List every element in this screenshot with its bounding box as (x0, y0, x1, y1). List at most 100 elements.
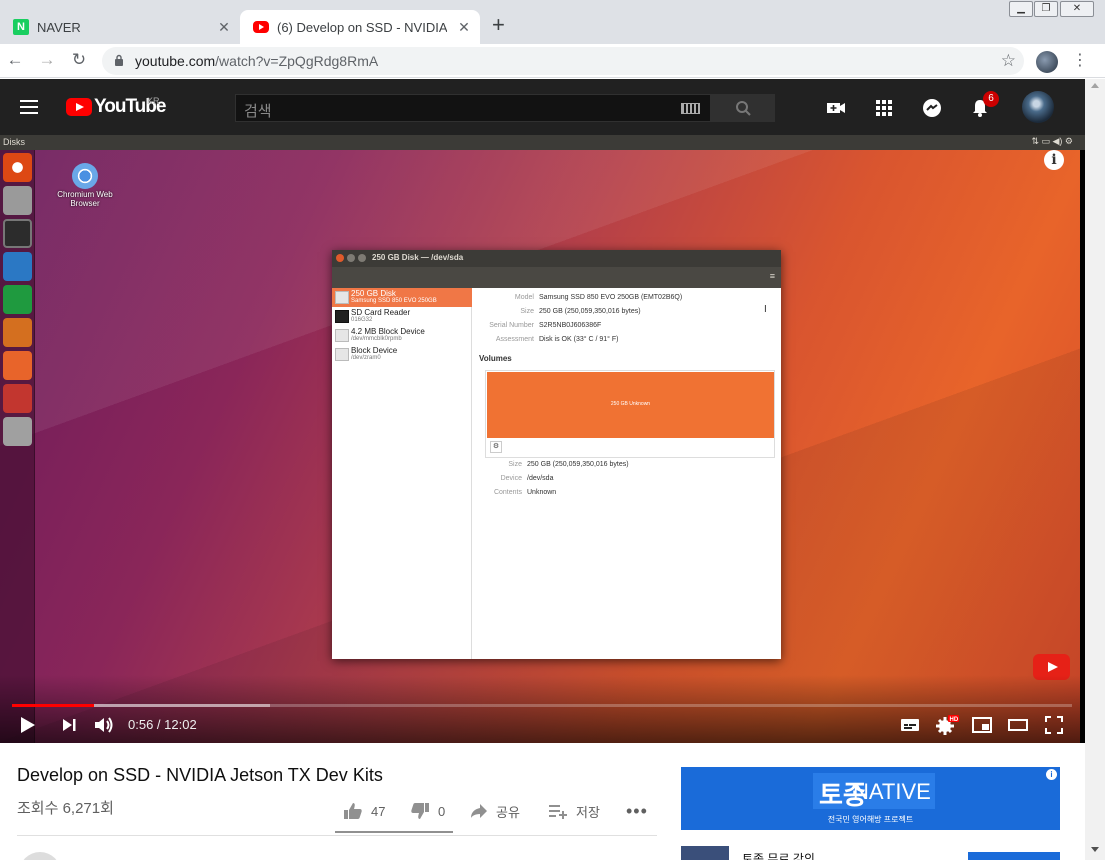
browser-toolbar: ← → ↻ youtube.com/watch?v=ZpQgRdg8RmA ☆ (0, 44, 1105, 78)
apps-grid-icon[interactable] (873, 97, 895, 119)
software-center-icon (3, 351, 32, 380)
ubuntu-top-panel: Disks ⇅ ▭ ◀) ⚙ (0, 135, 1085, 150)
info-card-icon[interactable]: i (1044, 150, 1064, 170)
search-icon (736, 101, 751, 116)
address-bar[interactable]: youtube.com/watch?v=ZpQgRdg8RmA ☆ (102, 47, 1024, 75)
disk-item: 4.2 MB Block Device /dev/mmcblk0rpmb (332, 326, 472, 345)
keyboard-icon[interactable] (681, 103, 700, 114)
progress-bar[interactable] (12, 704, 1072, 707)
back-icon[interactable]: ← (5, 50, 25, 70)
writer-icon (3, 252, 32, 281)
like-button[interactable]: 47 (343, 800, 385, 822)
prop-key: Size (508, 461, 522, 468)
impress-icon (3, 318, 32, 347)
ad-info-icon[interactable]: i (1046, 769, 1057, 780)
share-button[interactable]: 공유 (470, 800, 520, 822)
browser-window: N NAVER ✕ (6) Develop on SSD - NVIDIA Je… (0, 0, 1105, 860)
add-to-playlist-icon (549, 805, 567, 819)
settings-icon (3, 384, 32, 413)
disks-window: 250 GB Disk — /dev/sda ≡ 250 GB Disk Sam… (332, 250, 781, 659)
next-video-button[interactable] (968, 852, 1060, 860)
forward-icon[interactable]: → (37, 50, 57, 70)
block-device-icon (335, 348, 349, 361)
settings-gear-icon[interactable]: HD (934, 713, 960, 737)
scroll-up-arrow-icon[interactable] (1091, 83, 1099, 88)
next-video-thumbnail[interactable] (681, 846, 729, 860)
disk-sub: /dev/mmcblk0rpmb (351, 336, 402, 342)
disk-name: 250 GB Disk (351, 289, 396, 298)
hamburger-menu-icon[interactable] (20, 100, 38, 114)
ad-logo: 토종 NATIVE (813, 773, 935, 810)
prop-value: 250 GB (250,059,350,016 bytes) (539, 308, 641, 315)
window-minimize-dot (347, 254, 355, 262)
create-video-icon[interactable] (825, 97, 847, 119)
chromium-icon (72, 163, 98, 189)
sentiment-bar (335, 831, 453, 833)
dislike-button[interactable]: 0 (410, 800, 445, 822)
ad-banner[interactable]: 토종 NATIVE 전국민 영어해방 프로젝트 i (681, 767, 1060, 830)
disks-headerbar: ≡ (332, 267, 781, 288)
channel-avatar[interactable] (19, 852, 61, 860)
youtube-header: YouTube KR 검색 6 (0, 79, 1085, 135)
prop-value: 250 GB (250,059,350,016 bytes) (527, 461, 629, 468)
panel-app-title: Disks (3, 137, 25, 147)
next-video-icon[interactable] (60, 713, 80, 737)
tab-naver[interactable]: N NAVER ✕ (0, 10, 240, 44)
thumbs-down-icon (411, 803, 429, 819)
controls-gradient (0, 675, 1085, 743)
url-text: youtube.com/watch?v=ZpQgRdg8RmA (135, 53, 379, 69)
miniplayer-icon[interactable] (970, 713, 994, 737)
system-tray-icons: ⇅ ▭ ◀) ⚙ (1031, 136, 1073, 146)
search-button[interactable] (711, 94, 775, 122)
play-icon[interactable] (15, 713, 39, 737)
minimize-icon[interactable]: ▁ (1009, 1, 1033, 17)
prop-key: Device (500, 475, 522, 482)
profile-avatar[interactable] (1036, 51, 1058, 73)
tab-youtube[interactable]: (6) Develop on SSD - NVIDIA Je ✕ (240, 10, 480, 44)
prop-value: /dev/sda (527, 475, 554, 482)
window-close-dot (336, 254, 344, 262)
disk-sub: /dev/zram0 (351, 355, 381, 361)
disk-item: Block Device /dev/zram0 (332, 345, 472, 364)
bookmark-star-icon[interactable]: ☆ (1001, 51, 1016, 71)
reload-icon[interactable]: ↻ (69, 50, 89, 70)
fullscreen-icon[interactable] (1042, 713, 1066, 737)
disk-list: 250 GB Disk Samsung SSD 850 EVO 250GB SD… (332, 288, 472, 659)
theater-mode-icon[interactable] (1006, 713, 1030, 737)
disk-name: SD Card Reader (351, 308, 411, 317)
disk-sub: 016G32 (351, 317, 373, 323)
video-player[interactable]: Disks ⇅ ▭ ◀) ⚙ Chromium Web Browser i 25… (0, 135, 1085, 743)
next-video-title[interactable]: 토종 무료 강의 (742, 850, 815, 860)
prop-value: Samsung SSD 850 EVO 250GB (EMT02B6Q) (539, 294, 683, 301)
text-cursor-icon: I (764, 304, 767, 315)
messages-icon[interactable] (921, 97, 943, 119)
ubuntu-dash-icon (3, 153, 32, 182)
close-tab-icon[interactable]: ✕ (456, 19, 472, 36)
search-input[interactable]: 검색 (235, 94, 711, 122)
scroll-down-arrow-icon[interactable] (1091, 847, 1099, 852)
save-button[interactable]: 저장 (548, 800, 600, 822)
page-scrollbar[interactable] (1085, 79, 1105, 860)
youtube-logo-icon[interactable] (66, 98, 92, 116)
disk-name: 4.2 MB Block Device (351, 327, 425, 336)
prop-key: Assessment (495, 336, 534, 343)
subtitles-icon[interactable] (898, 713, 922, 737)
close-tab-icon[interactable]: ✕ (216, 19, 232, 36)
close-window-icon[interactable]: ✕ (1060, 1, 1094, 17)
volume-icon[interactable] (92, 713, 116, 737)
lock-icon (115, 54, 123, 66)
restore-icon[interactable]: ❐ (1034, 1, 1058, 17)
tab-title: NAVER (37, 19, 81, 35)
notification-badge: 6 (983, 91, 999, 107)
files-icon (3, 186, 32, 215)
tab-strip: N NAVER ✕ (6) Develop on SSD - NVIDIA Je… (0, 0, 1105, 44)
region-label: KR (147, 96, 160, 106)
account-avatar[interactable] (1022, 91, 1054, 123)
disk-item: SD Card Reader 016G32 (332, 307, 472, 326)
progress-played (12, 704, 95, 707)
disks-menu-icon: ≡ (769, 271, 775, 281)
menu-kebab-icon[interactable]: ⋮ (1072, 50, 1088, 70)
new-tab-icon[interactable]: + (492, 14, 505, 36)
volumes-heading: Volumes (479, 354, 512, 363)
more-actions-icon[interactable]: ••• (626, 800, 648, 822)
